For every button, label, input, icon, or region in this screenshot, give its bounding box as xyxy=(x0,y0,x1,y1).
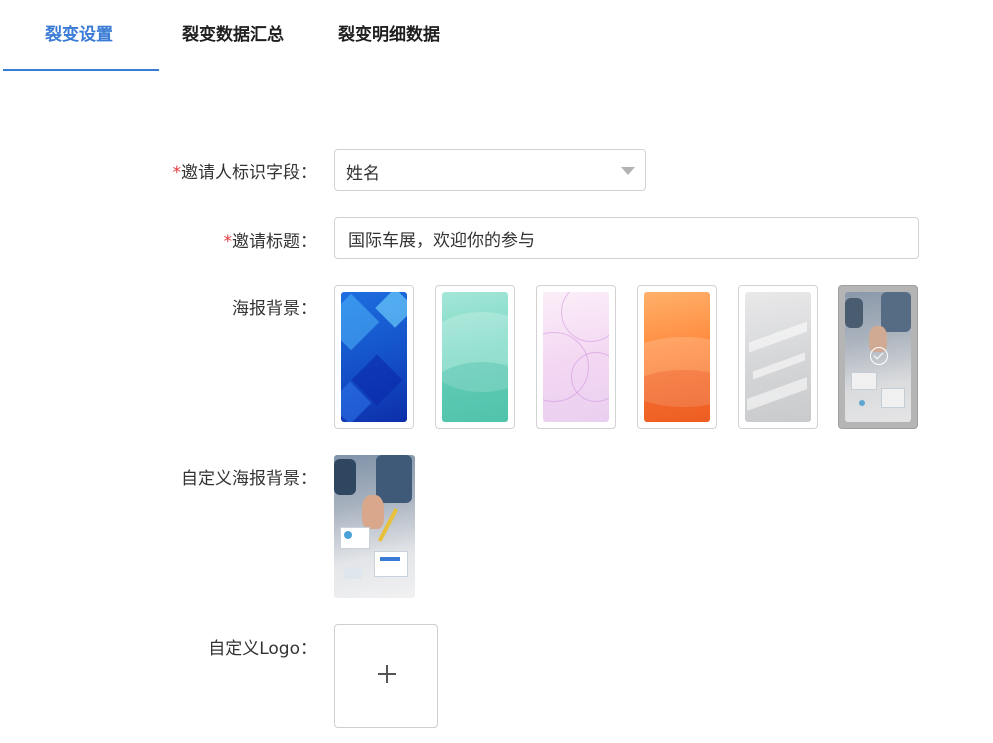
caret-down-icon xyxy=(621,167,635,175)
tab-bar: 裂变设置 裂变数据汇总 裂变明细数据 xyxy=(0,0,993,72)
custom-poster-background-label: 自定义海报背景： xyxy=(181,469,317,489)
required-mark: * xyxy=(223,232,233,252)
poster-background-label: 海报背景： xyxy=(232,299,317,319)
poster-option-blue[interactable] xyxy=(334,285,414,429)
required-mark: * xyxy=(172,163,182,183)
poster-teal-image xyxy=(442,292,508,422)
custom-logo-label: 自定义Logo： xyxy=(208,639,317,659)
tab-fission-settings[interactable]: 裂变设置 xyxy=(45,20,113,45)
poster-blue-image xyxy=(341,292,407,422)
invite-title-label: *邀请标题： xyxy=(223,232,318,252)
poster-option-pink[interactable] xyxy=(536,285,616,429)
poster-option-teal[interactable] xyxy=(435,285,515,429)
tab-fission-summary[interactable]: 裂变数据汇总 xyxy=(182,20,284,45)
selected-check-icon xyxy=(870,347,888,365)
active-tab-indicator xyxy=(3,69,159,71)
poster-gray-image xyxy=(745,292,811,422)
poster-pink-image xyxy=(543,292,609,422)
custom-poster-background-image[interactable] xyxy=(334,455,415,598)
poster-option-photo[interactable] xyxy=(838,285,918,429)
poster-option-orange[interactable] xyxy=(637,285,717,429)
inviter-field-label: *邀请人标识字段： xyxy=(172,163,318,183)
inviter-field-select[interactable]: 姓名 xyxy=(334,149,646,191)
inviter-field-value: 姓名 xyxy=(346,164,380,184)
invite-title-input[interactable] xyxy=(334,217,919,259)
logo-upload-button[interactable] xyxy=(334,624,438,728)
tab-fission-details[interactable]: 裂变明细数据 xyxy=(338,20,440,45)
poster-option-gray[interactable] xyxy=(738,285,818,429)
poster-orange-image xyxy=(644,292,710,422)
